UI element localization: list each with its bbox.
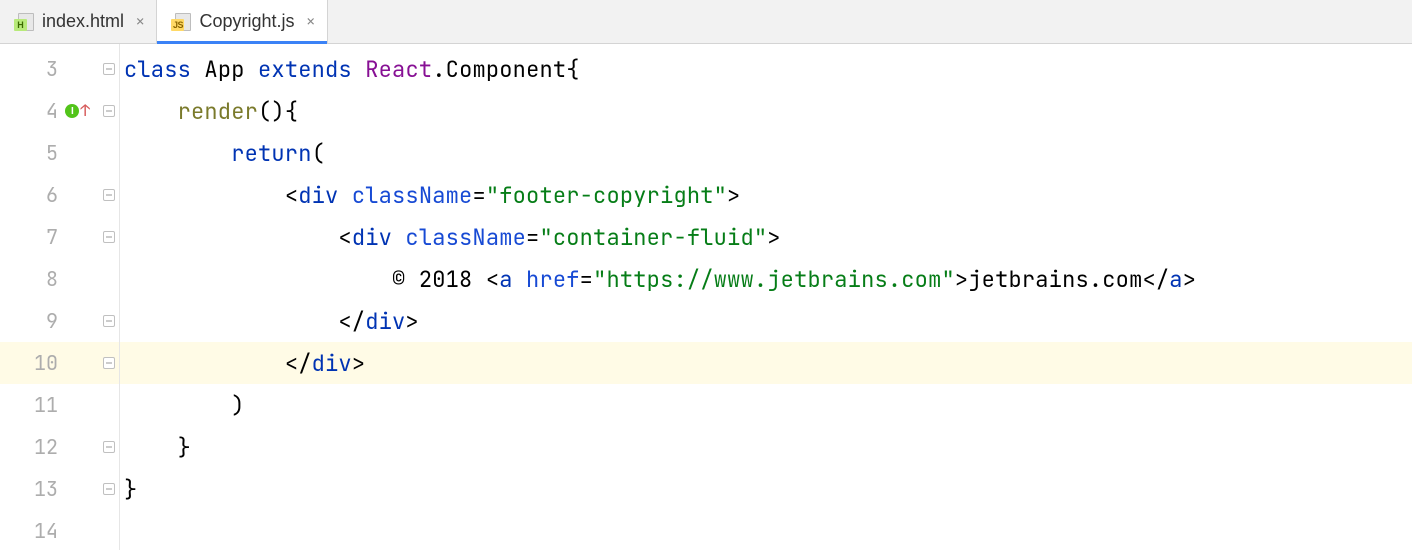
tab-label: Copyright.js	[199, 11, 294, 32]
arrow-up-icon: ↑	[80, 103, 90, 119]
code-line[interactable]: )	[120, 384, 1412, 426]
line-number[interactable]: 5	[0, 132, 98, 174]
gutter: 3 4 I ↑ 5 6 7 8 9 10 11 12 13 14	[0, 44, 98, 550]
fold-toggle-icon[interactable]	[103, 189, 115, 201]
code-line[interactable]	[120, 510, 1412, 552]
line-number[interactable]: 4 I ↑	[0, 90, 98, 132]
gutter-marker[interactable]: I ↑	[65, 103, 90, 119]
code-line[interactable]: <div className="container-fluid">	[120, 216, 1412, 258]
tab-index-html[interactable]: H index.html ✕	[0, 0, 157, 43]
fold-toggle-icon[interactable]	[103, 105, 115, 117]
fold-toggle-icon[interactable]	[103, 315, 115, 327]
code-line[interactable]: return(	[120, 132, 1412, 174]
tab-copyright-js[interactable]: JS Copyright.js ✕	[157, 0, 327, 43]
line-number[interactable]: 13	[0, 468, 98, 510]
line-number[interactable]: 9	[0, 300, 98, 342]
implements-icon: I	[65, 104, 79, 118]
code-line[interactable]: render(){	[120, 90, 1412, 132]
code-line[interactable]: © 2018 <a href="https://www.jetbrains.co…	[120, 258, 1412, 300]
code-line[interactable]: <div className="footer-copyright">	[120, 174, 1412, 216]
editor-area: 3 4 I ↑ 5 6 7 8 9 10 11 12 13 14	[0, 44, 1412, 550]
line-number[interactable]: 11	[0, 384, 98, 426]
js-file-icon: JS	[171, 13, 191, 31]
code-line[interactable]: }	[120, 426, 1412, 468]
line-number[interactable]: 14	[0, 510, 98, 552]
fold-toggle-icon[interactable]	[103, 231, 115, 243]
line-number[interactable]: 6	[0, 174, 98, 216]
code-line-current[interactable]: </div>	[120, 342, 1412, 384]
editor-tab-bar: H index.html ✕ JS Copyright.js ✕	[0, 0, 1412, 44]
close-icon[interactable]: ✕	[307, 13, 315, 31]
fold-column	[98, 44, 120, 550]
fold-toggle-icon[interactable]	[103, 483, 115, 495]
code-editor[interactable]: class App extends React.Component{ rende…	[120, 44, 1412, 550]
line-number[interactable]: 12	[0, 426, 98, 468]
fold-toggle-icon[interactable]	[103, 441, 115, 453]
line-number[interactable]: 7	[0, 216, 98, 258]
fold-toggle-icon[interactable]	[103, 63, 115, 75]
fold-toggle-icon[interactable]	[103, 357, 115, 369]
html-file-icon: H	[14, 13, 34, 31]
line-number[interactable]: 10	[0, 342, 98, 384]
line-number[interactable]: 8	[0, 258, 98, 300]
code-line[interactable]: }	[120, 468, 1412, 510]
line-number[interactable]: 3	[0, 48, 98, 90]
code-line[interactable]: </div>	[120, 300, 1412, 342]
code-line[interactable]: class App extends React.Component{	[120, 48, 1412, 90]
tab-label: index.html	[42, 11, 124, 32]
close-icon[interactable]: ✕	[136, 13, 144, 31]
